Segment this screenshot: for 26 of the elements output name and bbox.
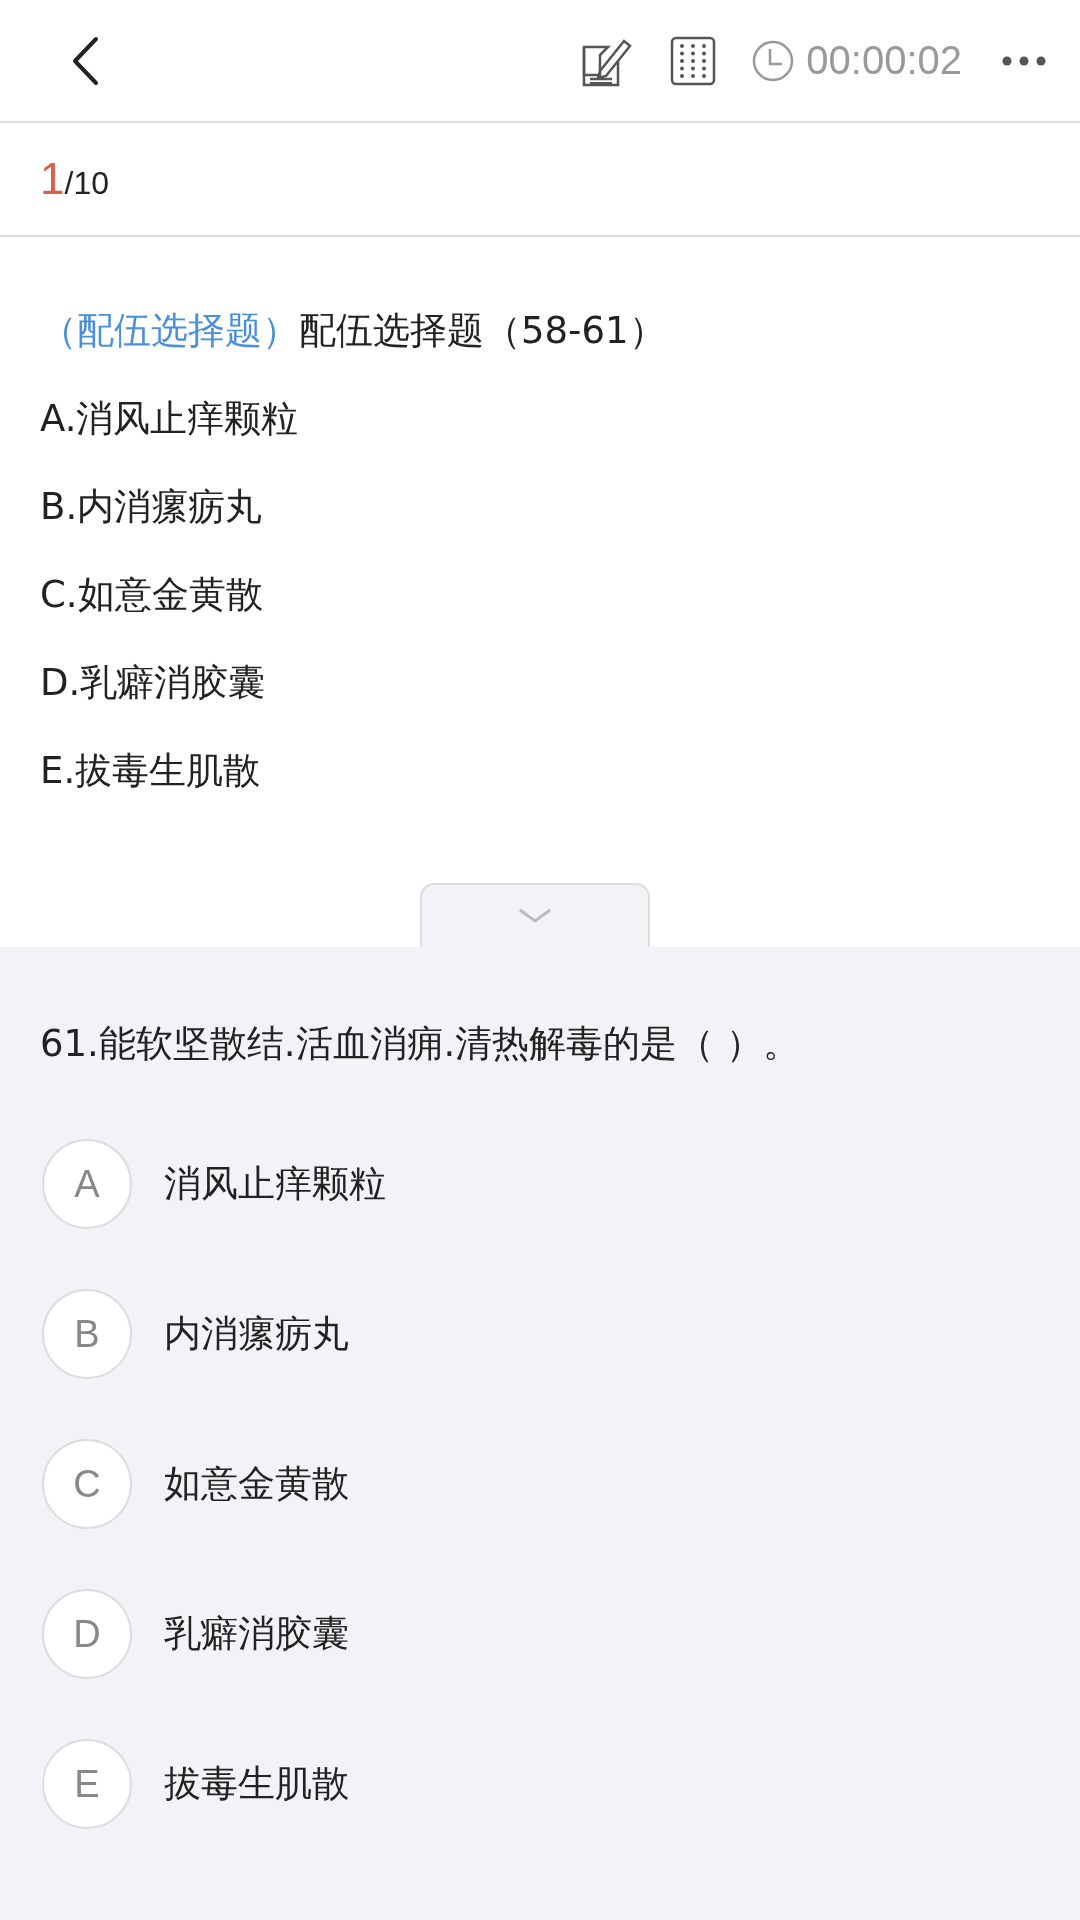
option-letter-button[interactable]: C (42, 1439, 132, 1529)
answer-grid-icon[interactable] (670, 35, 717, 86)
question-type-tag: （配伍选择题） (40, 309, 299, 352)
option-letter-button[interactable]: B (42, 1289, 132, 1379)
option-text[interactable]: 拔毒生肌散 (164, 1759, 349, 1809)
clock-icon (752, 39, 795, 82)
material-option: D.乳癖消胶囊 (40, 639, 1040, 727)
chevron-down-icon (517, 907, 553, 925)
more-icon[interactable] (1002, 55, 1046, 66)
option-text[interactable]: 乳癖消胶囊 (164, 1609, 349, 1659)
material-option: A.消风止痒颗粒 (40, 375, 1040, 463)
material-option: E.拔毒生肌散 (40, 727, 1040, 815)
current-question-number: 1 (40, 154, 65, 204)
material-title: 配伍选择题（58-61） (299, 309, 666, 352)
material-option: C.如意金黄散 (40, 551, 1040, 639)
material-option: B.内消瘰疬丸 (40, 463, 1040, 551)
option-text[interactable]: 内消瘰疬丸 (164, 1309, 349, 1359)
question-total: /10 (64, 164, 109, 202)
timer-text: 00:00:02 (806, 38, 962, 83)
option-letter-button[interactable]: A (42, 1139, 132, 1229)
option-text[interactable]: 消风止痒颗粒 (164, 1159, 386, 1209)
question-text: 61.能软坚散结.活血消痈.清热解毒的是（ ）。 (40, 1021, 802, 1067)
back-icon[interactable] (70, 35, 100, 86)
option-letter-button[interactable]: D (42, 1589, 132, 1679)
option-text[interactable]: 如意金黄散 (164, 1459, 349, 1509)
option-letter-button[interactable]: E (42, 1739, 132, 1829)
